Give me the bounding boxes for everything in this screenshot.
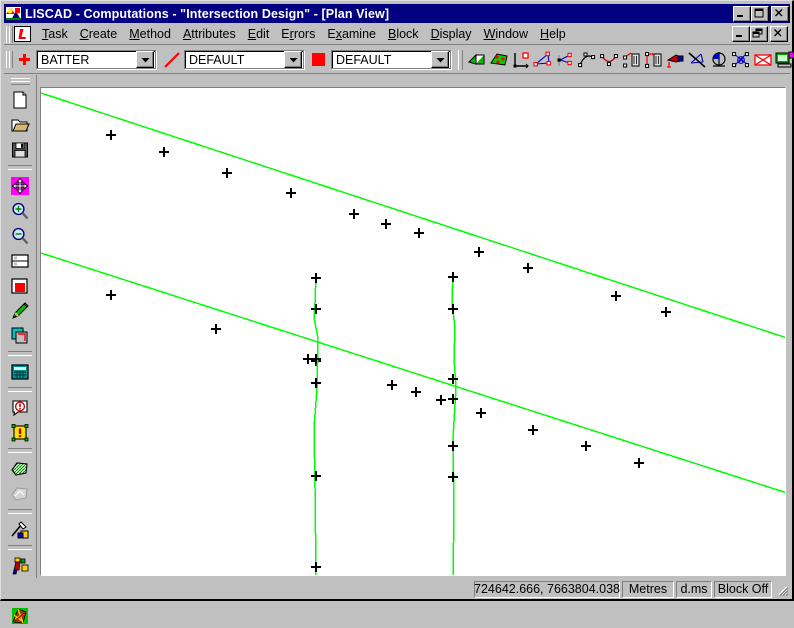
left-toolbar-separator xyxy=(8,165,32,170)
circle-tangent-icon[interactable] xyxy=(708,49,730,71)
menu-item-errors[interactable]: Errors xyxy=(275,25,321,44)
menu-item-method[interactable]: Method xyxy=(123,25,177,44)
curve-fit-icon[interactable] xyxy=(598,49,620,71)
paste-surface-icon[interactable] xyxy=(488,49,510,71)
left-cross-section-string xyxy=(311,273,321,575)
window-view-icon[interactable] xyxy=(7,248,33,273)
open-folder-icon[interactable] xyxy=(7,112,33,137)
lower-alignment-string xyxy=(41,252,785,494)
tools-settings-icon[interactable] xyxy=(7,517,33,542)
status-units: Metres xyxy=(622,580,674,598)
point-attribute-combo[interactable]: BATTER xyxy=(36,50,156,69)
toolbar-separator xyxy=(458,49,463,70)
pencil-edit-icon[interactable] xyxy=(7,298,33,323)
title-bar: LISCAD - Computations - "Intersection De… xyxy=(4,4,790,23)
save-disk-icon[interactable] xyxy=(7,137,33,162)
left-toolbar-separator xyxy=(8,448,32,453)
left-toolbar-separator xyxy=(8,351,32,356)
menu-item-block[interactable]: Block xyxy=(382,25,425,44)
triangulate-icon[interactable] xyxy=(532,49,554,71)
red-square-fill-icon[interactable] xyxy=(7,273,33,298)
liscad-l-logo-icon[interactable] xyxy=(14,26,31,42)
status-bar: 724642.666, 7663804.038 Metres d.ms Bloc… xyxy=(4,579,790,599)
green-hatched-surface-icon[interactable] xyxy=(7,456,33,481)
mdi-child-controls xyxy=(732,26,788,42)
left-toolbar-separator xyxy=(8,509,32,514)
status-angle-format: d.ms xyxy=(676,580,712,598)
cross-box-icon[interactable] xyxy=(752,49,774,71)
menu-item-edit[interactable]: Edit xyxy=(242,25,276,44)
menu-item-window[interactable]: Window xyxy=(478,25,534,44)
menu-bar: Task Create Method Attributes Edit Error… xyxy=(4,24,790,45)
chevron-down-icon[interactable] xyxy=(284,51,302,68)
chevron-down-icon[interactable] xyxy=(136,51,154,68)
arc-three-point-icon[interactable] xyxy=(576,49,598,71)
computer-output-icon[interactable] xyxy=(774,49,794,71)
liscad-app-icon xyxy=(5,6,22,21)
axes-origin-icon[interactable] xyxy=(510,49,532,71)
clear-triangles-icon[interactable] xyxy=(686,49,708,71)
menu-item-examine[interactable]: Examine xyxy=(321,25,382,44)
calculator-icon[interactable] xyxy=(7,359,33,384)
minimize-button[interactable] xyxy=(733,5,751,22)
menu-item-task[interactable]: Task xyxy=(36,25,74,44)
status-coordinates: 724642.666, 7663804.038 xyxy=(474,580,620,598)
red-diagonal-line-icon xyxy=(163,51,181,69)
menubar-drag-grip[interactable] xyxy=(5,25,13,43)
textured-surface-icon[interactable] xyxy=(7,603,33,628)
zoom-in-icon[interactable] xyxy=(7,198,33,223)
error-circle-icon[interactable] xyxy=(7,395,33,420)
line-attribute-combo[interactable]: DEFAULT xyxy=(184,50,304,69)
maximize-button[interactable] xyxy=(751,5,769,22)
application-window: LISCAD - Computations - "Intersection De… xyxy=(0,0,794,624)
left-toolbar xyxy=(4,75,37,624)
left-toolbar-separator xyxy=(8,545,32,550)
plan-view-drawing[interactable] xyxy=(41,88,786,576)
close-button[interactable] xyxy=(771,5,789,22)
insert-above-icon[interactable] xyxy=(642,49,664,71)
resize-grip-icon[interactable] xyxy=(774,582,789,597)
left-toolbar-drag-grip[interactable] xyxy=(10,77,30,85)
fill-attribute-combo[interactable]: DEFAULT xyxy=(331,50,451,69)
left-toolbar-separator xyxy=(8,387,32,392)
upper-alignment-string xyxy=(41,92,785,339)
red-filled-square-icon xyxy=(310,51,327,68)
copy-layers-icon[interactable] xyxy=(7,323,33,348)
chevron-down-icon[interactable] xyxy=(431,51,449,68)
zoom-out-icon[interactable] xyxy=(7,223,33,248)
plan-view-canvas[interactable] xyxy=(40,87,786,576)
menu-item-attributes[interactable]: Attributes xyxy=(177,25,242,44)
delete-above-icon[interactable] xyxy=(620,49,642,71)
window-controls xyxy=(733,5,789,22)
menu-item-create[interactable]: Create xyxy=(74,25,124,44)
mdi-close-button[interactable] xyxy=(770,26,788,42)
mdi-restore-button[interactable] xyxy=(750,26,768,42)
warning-square-icon[interactable] xyxy=(7,420,33,445)
grey-surface-disabled-icon xyxy=(7,481,33,506)
toolbar-drag-grip[interactable] xyxy=(5,51,13,68)
right-cross-section-string xyxy=(448,272,458,575)
point-attribute-value: BATTER xyxy=(41,52,90,67)
status-block-state: Block Off xyxy=(714,580,772,598)
fill-attribute-value: DEFAULT xyxy=(336,52,392,67)
intersect-points-icon[interactable] xyxy=(730,49,752,71)
pan-move-icon[interactable] xyxy=(7,173,33,198)
attribute-toolbar: BATTER DEFAULT DEFAULT xyxy=(4,46,794,74)
red-cross-point-icon xyxy=(16,51,33,68)
line-attribute-value: DEFAULT xyxy=(189,52,245,67)
copy-surface-icon[interactable] xyxy=(466,49,488,71)
triangulate-partial-icon[interactable] xyxy=(554,49,576,71)
draw-profile-icon[interactable] xyxy=(664,49,686,71)
survey-figure-icon[interactable] xyxy=(7,553,33,578)
window-title: LISCAD - Computations - "Intersection De… xyxy=(25,6,390,21)
new-file-icon[interactable] xyxy=(7,87,33,112)
menu-item-help[interactable]: Help xyxy=(534,25,572,44)
menu-item-display[interactable]: Display xyxy=(425,25,478,44)
mdi-minimize-button[interactable] xyxy=(732,26,750,42)
plan-view-canvas-area xyxy=(38,75,790,578)
